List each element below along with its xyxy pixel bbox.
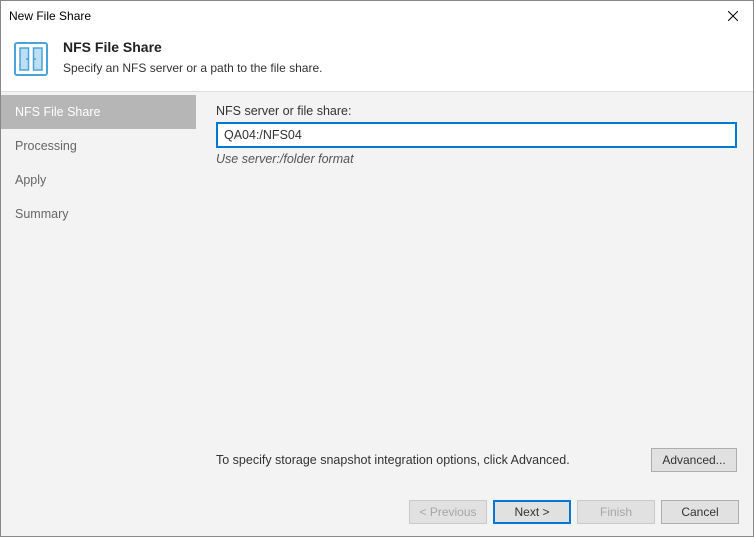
header-title: NFS File Share	[63, 39, 322, 55]
main-panel: NFS server or file share: Use server:/fo…	[196, 92, 753, 490]
header-text: NFS File Share Specify an NFS server or …	[63, 39, 322, 75]
finish-button: Finish	[577, 500, 655, 524]
close-icon	[728, 11, 738, 21]
close-button[interactable]	[713, 1, 753, 31]
body: NFS File Share Processing Apply Summary …	[1, 91, 753, 490]
header: NFS File Share Specify an NFS server or …	[1, 31, 753, 91]
footer: < Previous Next > Finish Cancel	[1, 490, 753, 536]
window-title: New File Share	[9, 9, 713, 23]
field-label: NFS server or file share:	[216, 104, 737, 118]
field-hint: Use server:/folder format	[216, 152, 737, 166]
sidebar-item-apply[interactable]: Apply	[1, 163, 196, 197]
titlebar: New File Share	[1, 1, 753, 31]
next-button[interactable]: Next >	[493, 500, 571, 524]
sidebar-item-label: Summary	[15, 207, 68, 221]
header-subtitle: Specify an NFS server or a path to the f…	[63, 61, 322, 75]
sidebar-item-label: Apply	[15, 173, 46, 187]
previous-button: < Previous	[409, 500, 487, 524]
sidebar-item-nfs-file-share[interactable]: NFS File Share	[1, 95, 196, 129]
advanced-hint-text: To specify storage snapshot integration …	[216, 453, 641, 467]
sidebar: NFS File Share Processing Apply Summary	[1, 92, 196, 490]
sidebar-item-summary[interactable]: Summary	[1, 197, 196, 231]
nfs-path-input[interactable]	[216, 122, 737, 148]
sidebar-item-processing[interactable]: Processing	[1, 129, 196, 163]
bottom-row: To specify storage snapshot integration …	[216, 448, 737, 478]
sidebar-item-label: NFS File Share	[15, 105, 100, 119]
sidebar-item-label: Processing	[15, 139, 77, 153]
cancel-button[interactable]: Cancel	[661, 500, 739, 524]
advanced-button[interactable]: Advanced...	[651, 448, 737, 472]
file-share-icon	[13, 41, 49, 77]
